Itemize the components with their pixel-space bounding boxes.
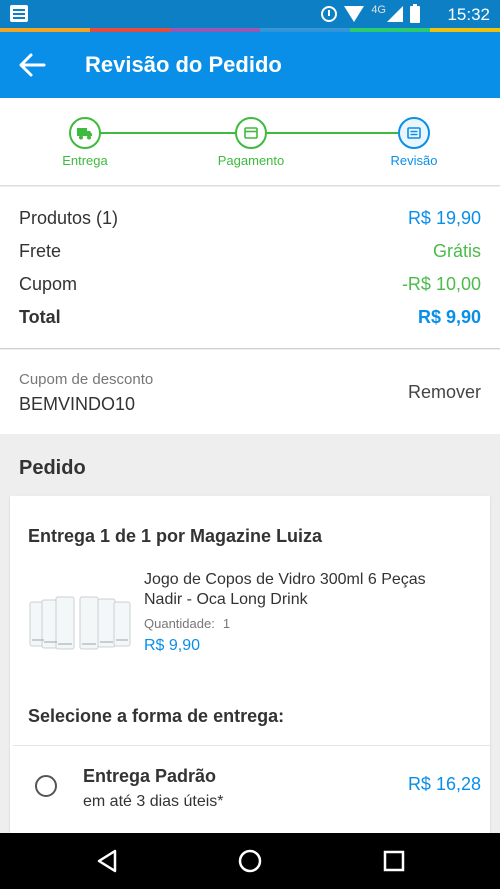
order-card: Entrega 1 de 1 por Magazine Luiza Jogo d…	[10, 496, 490, 836]
nav-recent-icon[interactable]	[380, 847, 408, 875]
shipping-select-title: Selecione a forma de entrega:	[28, 706, 285, 726]
checkout-stepper: Entrega Pagamento Revisão	[0, 98, 500, 186]
product-quantity: Quantidade: 1	[144, 616, 230, 631]
battery-icon	[410, 3, 420, 23]
alarm-icon	[321, 6, 338, 22]
summary-label: Produtos (1)	[19, 208, 119, 228]
quantity-value: 1	[222, 616, 231, 631]
shipping-name: Entrega Padrão	[83, 766, 217, 786]
coupon-section: Cupom de desconto BEMVINDO10 Remover	[0, 350, 500, 434]
summary-value: R$ 9,90	[417, 307, 481, 327]
step-circle	[69, 117, 101, 149]
summary-label: Frete	[19, 241, 62, 261]
status-icons: 4G	[321, 3, 420, 24]
status-time: 15:32	[447, 5, 490, 24]
coupon-label: Cupom de desconto	[19, 371, 154, 388]
product-name[interactable]: Jogo de Copos de Vidro 300ml 6 Peças Nad…	[144, 570, 464, 610]
summary-label: Cupom	[19, 274, 78, 294]
product-price: R$ 9,90	[144, 637, 201, 654]
step-label: Revisão	[390, 153, 438, 168]
delivery-title: Entrega 1 de 1 por Magazine Luiza	[28, 526, 323, 546]
shipping-price: R$ 16,28	[407, 774, 481, 794]
shipping-option-standard[interactable]: Entrega Padrão em até 3 dias úteis* R$ 1…	[10, 746, 490, 836]
remove-coupon-button[interactable]: Remover	[408, 382, 481, 403]
list-icon	[407, 127, 421, 139]
wifi-icon	[344, 6, 365, 22]
order-section-title: Pedido	[19, 457, 86, 479]
product-image	[29, 596, 131, 650]
status-bar: 4G 15:32	[0, 0, 500, 28]
stepper-connector	[267, 132, 398, 134]
network-type: 4G	[371, 4, 386, 16]
arrow-left-icon	[19, 53, 46, 77]
summary-row-coupon: Cupom -R$ 10,00	[19, 274, 481, 300]
step-circle	[398, 117, 430, 149]
signal-icon	[387, 6, 403, 22]
summary-value: Grátis	[432, 241, 481, 261]
shipping-radio[interactable]	[35, 775, 57, 797]
system-nav-bar	[0, 833, 500, 889]
summary-row-total: Total R$ 9,90	[19, 307, 481, 333]
summary-row-shipping: Frete Grátis	[19, 241, 481, 267]
step-circle	[235, 117, 267, 149]
summary-value: R$ 19,90	[407, 208, 481, 228]
step-label: Pagamento	[217, 153, 285, 168]
stepper-connector	[101, 132, 235, 134]
summary-row-products: Produtos (1) R$ 19,90	[19, 208, 481, 234]
nav-back-icon[interactable]	[93, 847, 121, 875]
summary-label: Total	[19, 307, 61, 327]
page-title: Revisão do Pedido	[85, 52, 282, 77]
back-button[interactable]	[14, 48, 50, 82]
quantity-label: Quantidade:	[144, 616, 215, 631]
notification-icon	[10, 5, 28, 22]
card-icon	[244, 127, 258, 139]
truck-icon	[77, 128, 92, 140]
order-summary: Produtos (1) R$ 19,90 Frete Grátis Cupom…	[0, 187, 500, 349]
step-label: Entrega	[62, 153, 108, 168]
coupon-code: BEMVINDO10	[19, 394, 136, 414]
summary-value: -R$ 10,00	[401, 274, 481, 294]
shipping-time: em até 3 dias úteis*	[83, 793, 224, 810]
nav-home-icon[interactable]	[236, 847, 264, 875]
app-bar: Revisão do Pedido	[0, 32, 500, 98]
